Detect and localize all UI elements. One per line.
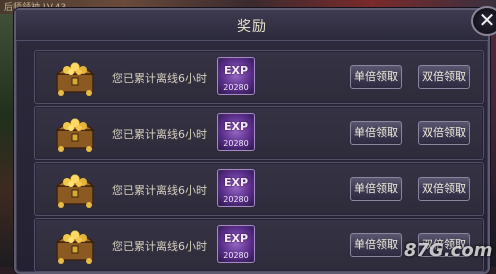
dialog-title: 奖励 bbox=[237, 19, 267, 35]
offline-time-text: 您已累计离线6小时 bbox=[112, 240, 207, 253]
dialog-title-bar: 奖励 bbox=[16, 10, 488, 41]
close-icon[interactable]: ✕ bbox=[471, 6, 496, 36]
treasure-chest-icon bbox=[55, 62, 95, 96]
offline-time-text: 您已累计离线6小时 bbox=[112, 184, 207, 197]
exp-reward-icon: EXP 20280 bbox=[217, 57, 255, 95]
exp-value: 20280 bbox=[223, 251, 249, 260]
site-watermark: 87G.com bbox=[404, 240, 493, 261]
single-claim-button[interactable]: 单倍领取 bbox=[350, 177, 402, 201]
treasure-chest-icon bbox=[55, 230, 95, 264]
reward-row: 您已累计离线6小时 EXP 20280 单倍领取 双倍领取 bbox=[34, 106, 484, 160]
double-claim-button[interactable]: 双倍领取 bbox=[418, 65, 470, 89]
treasure-chest-icon bbox=[55, 118, 95, 152]
reward-row: 您已累计离线6小时 EXP 20280 单倍领取 双倍领取 bbox=[34, 50, 484, 104]
exp-reward-icon: EXP 20280 bbox=[217, 169, 255, 207]
reward-dialog: 奖励 您已累计离线6小时 EXP 20280 单倍领取 双倍领取 您已累计离线6… bbox=[14, 6, 496, 274]
reward-row: 您已累计离线6小时 EXP 20280 单倍领取 双倍领取 bbox=[34, 162, 484, 216]
exp-value: 20280 bbox=[223, 83, 249, 92]
exp-reward-icon: EXP 20280 bbox=[217, 113, 255, 151]
single-claim-button[interactable]: 单倍领取 bbox=[350, 233, 402, 257]
offline-time-text: 您已累计离线6小时 bbox=[112, 72, 207, 85]
offline-time-text: 您已累计离线6小时 bbox=[112, 128, 207, 141]
single-claim-button[interactable]: 单倍领取 bbox=[350, 65, 402, 89]
exp-reward-icon: EXP 20280 bbox=[217, 225, 255, 263]
double-claim-button[interactable]: 双倍领取 bbox=[418, 177, 470, 201]
exp-label: EXP bbox=[223, 176, 249, 189]
exp-label: EXP bbox=[223, 120, 249, 133]
exp-value: 20280 bbox=[223, 139, 249, 148]
single-claim-button[interactable]: 单倍领取 bbox=[350, 121, 402, 145]
exp-label: EXP bbox=[223, 232, 249, 245]
exp-label: EXP bbox=[223, 64, 249, 77]
double-claim-button[interactable]: 双倍领取 bbox=[418, 121, 470, 145]
exp-value: 20280 bbox=[223, 195, 249, 204]
treasure-chest-icon bbox=[55, 174, 95, 208]
